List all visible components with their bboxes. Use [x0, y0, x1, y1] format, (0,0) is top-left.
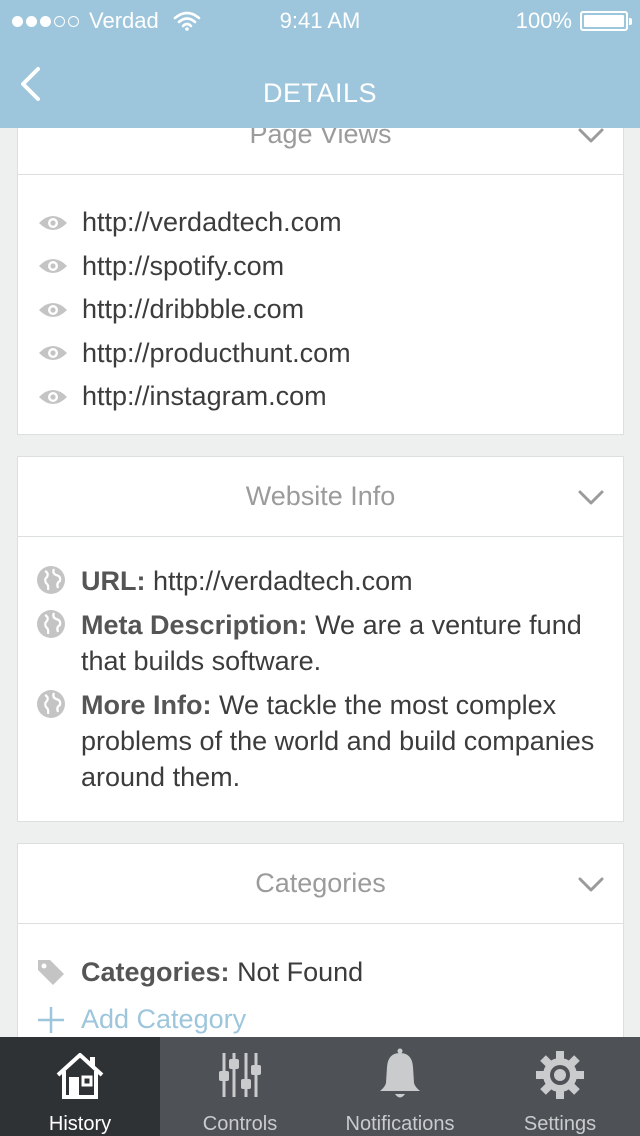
eye-icon [39, 389, 67, 404]
info-item-meta-description: Meta Description: We are a venture fund … [36, 607, 603, 679]
app-header: Verdad 9:41 AM 100% DETAILS [0, 0, 640, 128]
website-info-card: Website Info URL: http://verdadtech.com … [17, 456, 624, 822]
chevron-down-icon[interactable] [577, 483, 605, 511]
category-label: Categories: [81, 957, 230, 987]
tab-label: Settings [523, 1113, 597, 1135]
tab-controls[interactable]: Controls [160, 1037, 320, 1136]
sliders-icon [219, 1053, 261, 1097]
tab-notifications[interactable]: Notifications [320, 1037, 480, 1136]
battery-icon [580, 11, 632, 31]
page-views-list: http://verdadtech.com http://spotify.com… [18, 175, 623, 419]
list-item[interactable]: http://producthunt.com [38, 332, 623, 376]
page-title: DETAILS [262, 78, 378, 108]
info-label: URL: [81, 566, 146, 596]
info-label: Meta Description: [81, 610, 308, 640]
eye-icon [39, 215, 67, 230]
chevron-down-icon[interactable] [577, 870, 605, 898]
status-bar: Verdad 9:41 AM 100% [0, 0, 640, 40]
eye-icon [39, 259, 67, 274]
tab-history[interactable]: History [0, 1037, 160, 1136]
list-item[interactable]: http://dribbble.com [38, 288, 623, 332]
bell-icon [380, 1048, 420, 1098]
gear-icon [536, 1051, 584, 1099]
tab-label: History [48, 1113, 112, 1135]
info-item-url: URL: http://verdadtech.com [36, 563, 603, 599]
website-info-list: URL: http://verdadtech.com Meta Descript… [18, 537, 623, 795]
page-view-url: http://instagram.com [82, 381, 327, 412]
home-icon [56, 1053, 104, 1099]
website-info-header[interactable]: Website Info [18, 457, 623, 537]
battery-percentage: 100% [515, 8, 572, 33]
category-status: Categories: Not Found [36, 952, 603, 992]
info-label: More Info: [81, 690, 212, 720]
page-view-url: http://producthunt.com [82, 337, 351, 368]
globe-icon [37, 610, 65, 638]
list-item[interactable]: http://verdadtech.com [38, 201, 623, 245]
tab-label: Notifications [345, 1113, 455, 1135]
globe-icon [37, 566, 65, 594]
content-area: Page Views http://verdadtech.com http://… [0, 0, 640, 1136]
eye-icon [39, 302, 67, 317]
tag-icon [38, 960, 64, 985]
navigation-bar: DETAILS [0, 40, 640, 128]
page-views-card: Page Views http://verdadtech.com http://… [17, 94, 624, 435]
eye-icon [39, 346, 67, 361]
page-view-url: http://verdadtech.com [82, 207, 342, 238]
page-view-url: http://dribbble.com [82, 294, 305, 325]
categories-header[interactable]: Categories [18, 844, 623, 924]
add-category-label: Add Category [81, 1004, 247, 1034]
tab-settings[interactable]: Settings [480, 1037, 640, 1136]
tab-label: Controls [202, 1113, 278, 1135]
add-category-button[interactable]: Add Category [36, 1004, 603, 1035]
info-item-more-info: More Info: We tackle the most complex pr… [36, 687, 603, 795]
globe-icon [37, 690, 65, 718]
category-value: Not Found [237, 957, 364, 987]
categories-title: Categories [255, 868, 386, 898]
list-item[interactable]: http://spotify.com [38, 245, 623, 289]
page-view-url: http://spotify.com [82, 250, 285, 281]
categories-body: Categories: Not Found Add Category [18, 924, 623, 1035]
info-value: http://verdadtech.com [153, 566, 413, 596]
tab-bar: History Controls Notifications Settings [0, 1037, 640, 1136]
website-info-title: Website Info [245, 481, 396, 511]
list-item[interactable]: http://instagram.com [38, 375, 623, 419]
plus-icon [38, 1006, 64, 1033]
